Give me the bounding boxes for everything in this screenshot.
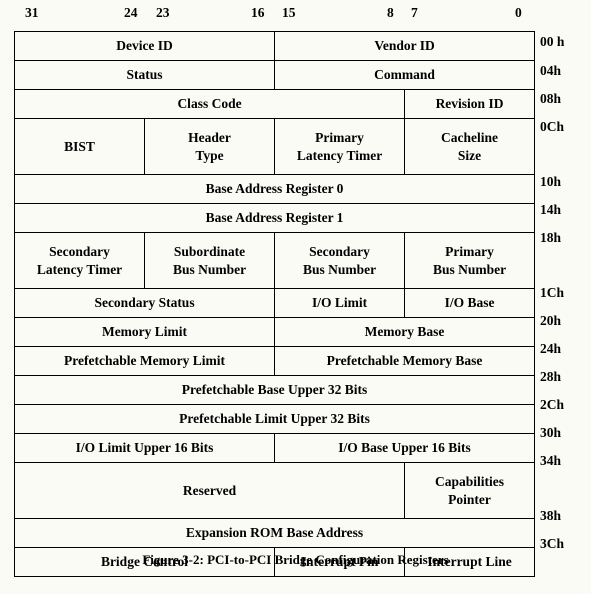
register-field: BIST: [14, 118, 145, 175]
register-field: Capabilities Pointer: [404, 462, 536, 519]
bit-label-8: 8: [387, 5, 394, 20]
register-field: Secondary Latency Timer: [14, 232, 145, 289]
register-field: Prefetchable Base Upper 32 Bits: [13, 375, 536, 405]
offset-label: 14h: [540, 202, 562, 217]
register-field: Revision ID: [404, 89, 536, 119]
register-field: Prefetchable Limit Upper 32 Bits: [13, 404, 536, 434]
offset-address-column: 00 h 04h 08h 0Ch 10h 14h 18h 1Ch 20h 24h 28h 2Ch 30h…: [534, 31, 591, 551]
register-field: Device ID: [13, 31, 276, 61]
register-row: I/O Limit Upper 16 Bits I/O Base Upper 16…: [13, 433, 536, 463]
register-row: Device ID Vendor ID: [13, 31, 536, 61]
offset-label: 0Ch: [540, 119, 565, 134]
offset-label: 1Ch: [540, 285, 565, 300]
register-field: I/O Base Upper 16 Bits: [274, 433, 536, 463]
offset-label: 10h: [540, 174, 562, 189]
register-row: Base Address Register 0: [13, 174, 536, 204]
offset-label: 3Ch: [540, 536, 565, 551]
register-field: I/O Base: [404, 288, 536, 318]
offset-label: 30h: [540, 425, 562, 440]
register-field: Prefetchable Memory Limit: [13, 346, 276, 376]
offset-label: 18h: [540, 230, 562, 245]
register-field: Class Code: [13, 89, 406, 119]
offset-label: 2Ch: [540, 397, 565, 412]
register-field: Header Type: [143, 118, 276, 175]
bit-label-7: 7: [411, 5, 418, 20]
register-row: Prefetchable Base Upper 32 Bits: [13, 375, 536, 405]
register-row: Class Code Revision ID: [13, 89, 536, 119]
register-row: Secondary Status I/O Limit I/O Base: [13, 288, 536, 318]
register-field: Base Address Register 1: [13, 203, 536, 233]
register-field: Prefetchable Memory Base: [274, 346, 536, 376]
bit-position-ruler: 31 24 23 16 15 8 7 0: [0, 0, 591, 31]
register-field: Expansion ROM Base Address: [13, 518, 536, 548]
register-row: BIST Header Type Primary Latency Timer Cach…: [14, 118, 536, 175]
bit-label-23: 23: [156, 5, 170, 20]
register-table-body: Device ID Vendor ID Status Command Class Cod…: [13, 31, 536, 577]
figure-caption: Figure 3-2: PCI-to-PCI Bridge Configurat…: [142, 552, 449, 567]
bit-label-0: 0: [515, 5, 522, 20]
offset-label: 00 h: [540, 34, 565, 49]
figure-container: 31 24 23 16 15 8 7 0 Device ID Vendor ID Status Co…: [0, 0, 591, 594]
register-field: Command: [274, 60, 536, 90]
register-row: Status Command: [13, 60, 536, 90]
register-row: Prefetchable Limit Upper 32 Bits: [13, 404, 536, 434]
pci-config-register-table: Device ID Vendor ID Status Command Class Cod…: [13, 31, 536, 577]
register-row: Memory Limit Memory Base: [13, 317, 536, 347]
register-field: Primary Latency Timer: [274, 118, 406, 175]
register-row: Base Address Register 1: [13, 203, 536, 233]
register-row: Secondary Latency Timer Subordinate Bus N…: [14, 232, 536, 289]
register-field: Secondary Bus Number: [274, 232, 406, 289]
register-field: Status: [13, 60, 276, 90]
offset-label: 08h: [540, 91, 562, 106]
register-field: Primary Bus Number: [404, 232, 536, 289]
register-field: I/O Limit Upper 16 Bits: [13, 433, 276, 463]
register-row: Reserved Capabilities Pointer: [13, 462, 536, 519]
offset-label: 24h: [540, 341, 562, 356]
register-field: Reserved: [13, 462, 406, 519]
offset-label: 34h: [540, 453, 562, 468]
register-field: I/O Limit: [274, 288, 406, 318]
register-row: Expansion ROM Base Address: [13, 518, 536, 548]
register-row: Prefetchable Memory Limit Prefetchable Me…: [13, 346, 536, 376]
register-field: Memory Limit: [13, 317, 276, 347]
register-field: Subordinate Bus Number: [143, 232, 276, 289]
bit-label-15: 15: [282, 5, 296, 20]
register-field: Cacheline Size: [404, 118, 536, 175]
register-field: Base Address Register 0: [13, 174, 536, 204]
register-field: Secondary Status: [13, 288, 276, 318]
register-field: Vendor ID: [274, 31, 536, 61]
offset-label: 20h: [540, 313, 562, 328]
offset-label: 04h: [540, 63, 562, 78]
offset-label: 38h: [540, 508, 562, 523]
bit-label-16: 16: [251, 5, 265, 20]
bit-label-24: 24: [124, 5, 138, 20]
register-field: Memory Base: [274, 317, 536, 347]
offset-label: 28h: [540, 369, 562, 384]
bit-label-31: 31: [25, 5, 39, 20]
